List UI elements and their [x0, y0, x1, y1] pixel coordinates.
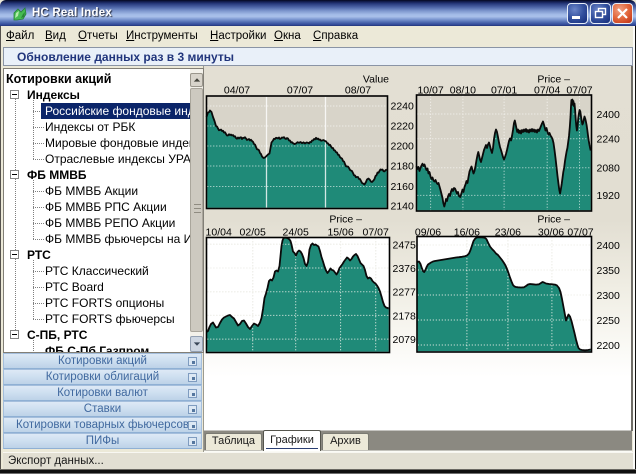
svg-text:07/01: 07/01 — [491, 85, 517, 97]
svg-text:09/06: 09/06 — [415, 227, 441, 239]
svg-text:Price –: Price – — [537, 214, 570, 226]
svg-text:08/07: 08/07 — [345, 85, 371, 97]
svg-text:07/07: 07/07 — [567, 227, 593, 239]
svg-text:15/06: 15/06 — [327, 227, 353, 239]
svg-text:02/05: 02/05 — [240, 227, 266, 239]
svg-text:2200: 2200 — [391, 141, 415, 153]
svg-text:07/07: 07/07 — [363, 227, 389, 239]
svg-text:08/10: 08/10 — [450, 85, 476, 97]
svg-text:2140: 2140 — [391, 201, 415, 213]
svg-text:10/07: 10/07 — [417, 85, 443, 97]
svg-text:2277: 2277 — [393, 287, 417, 299]
svg-text:2240: 2240 — [597, 134, 621, 146]
svg-text:30/06: 30/06 — [538, 227, 564, 239]
svg-text:2400: 2400 — [597, 240, 621, 252]
svg-text:2160: 2160 — [391, 181, 415, 193]
svg-text:23/06: 23/06 — [495, 227, 521, 239]
svg-text:16/06: 16/06 — [454, 227, 480, 239]
svg-text:04/07: 04/07 — [224, 85, 250, 97]
svg-text:2350: 2350 — [597, 265, 621, 277]
svg-text:07/07: 07/07 — [566, 85, 592, 97]
svg-text:24/05: 24/05 — [283, 227, 309, 239]
svg-text:2220: 2220 — [391, 121, 415, 133]
svg-text:07/07: 07/07 — [287, 85, 313, 97]
svg-text:2300: 2300 — [597, 290, 621, 302]
svg-text:2079: 2079 — [393, 334, 417, 346]
svg-text:2240: 2240 — [391, 101, 415, 113]
svg-text:1920: 1920 — [597, 190, 621, 202]
svg-text:2475: 2475 — [393, 239, 417, 251]
svg-text:07/04: 07/04 — [534, 85, 560, 97]
svg-text:2400: 2400 — [597, 109, 621, 121]
svg-text:Price –: Price – — [329, 214, 362, 226]
svg-text:2080: 2080 — [597, 163, 621, 175]
svg-text:2180: 2180 — [391, 161, 415, 173]
svg-text:10/04: 10/04 — [206, 227, 232, 239]
svg-text:2178: 2178 — [393, 310, 417, 322]
svg-text:2376: 2376 — [393, 263, 417, 275]
svg-text:2200: 2200 — [597, 340, 621, 352]
svg-text:2250: 2250 — [597, 315, 621, 327]
